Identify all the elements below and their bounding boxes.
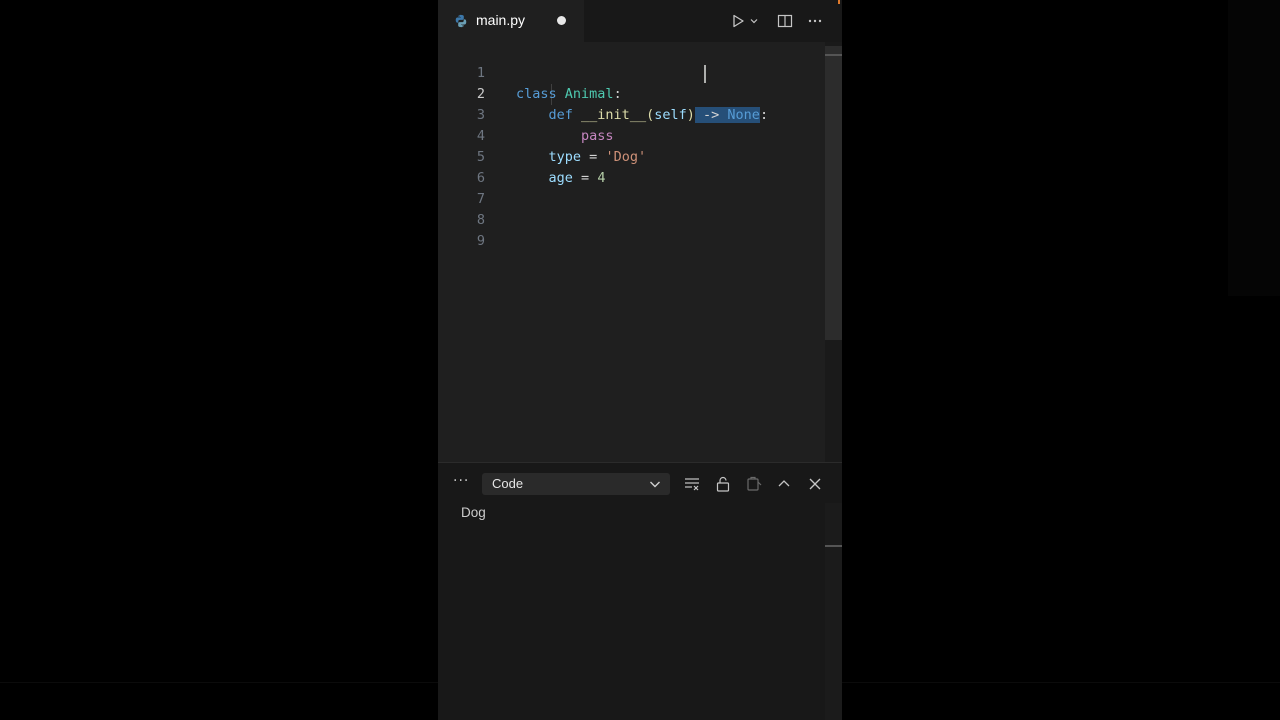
copy-icon[interactable] [745,475,763,493]
output-scrollbar-marker [825,545,842,547]
output-panel: ··· Code Dog [438,462,842,720]
code-line-7[interactable]: 7 [438,168,826,207]
code-line-3[interactable]: 3 pass [438,84,826,144]
scrollbar-cursor-marker [825,54,842,56]
editor-window: main.py 1 class Animal: 2 def __init__(s… [438,0,842,720]
panel-more-button[interactable]: ··· [453,473,469,489]
code-line-5[interactable]: 5 age = 4 [438,126,826,186]
code-line-6[interactable]: 6 [438,147,826,186]
python-file-icon [455,14,467,28]
background-ghost [1228,0,1280,296]
output-text: Dog [461,505,486,520]
lock-icon[interactable] [714,475,732,493]
code-line-1[interactable]: 1 class Animal: [438,42,826,102]
split-editor-icon[interactable] [775,11,795,31]
text-cursor [704,65,706,83]
unsaved-dot-icon[interactable] [557,16,566,25]
code-editor[interactable]: 1 class Animal: 2 def __init__(self) -> … [438,42,842,462]
editor-scrollbar-thumb[interactable] [825,46,842,340]
tab-main-py[interactable]: main.py [438,0,584,42]
background-right [842,0,1280,720]
maximize-icon[interactable] [775,475,793,493]
output-channel-value: Code [492,476,524,491]
background-left [0,0,438,720]
code-line-2[interactable]: 2 def __init__(self) -> None: [438,63,826,123]
output-scrollbar-track[interactable] [825,503,842,720]
tab-filename: main.py [476,12,526,28]
close-icon[interactable] [806,475,824,493]
output-channel-select[interactable]: Code [482,473,670,495]
chevron-down-icon [650,481,660,488]
notification-mark [838,0,840,4]
line-number: 9 [476,233,485,249]
ellipsis-icon[interactable] [805,11,825,31]
chevron-down-icon[interactable] [747,11,761,31]
code-line-4[interactable]: 4 type = 'Dog' [438,105,826,165]
tab-bar: main.py [438,0,842,42]
clear-output-icon[interactable] [683,475,701,493]
code-line-8[interactable]: 8 [438,189,826,228]
play-icon[interactable] [728,11,748,31]
code-line-9[interactable]: 9 [438,210,826,249]
